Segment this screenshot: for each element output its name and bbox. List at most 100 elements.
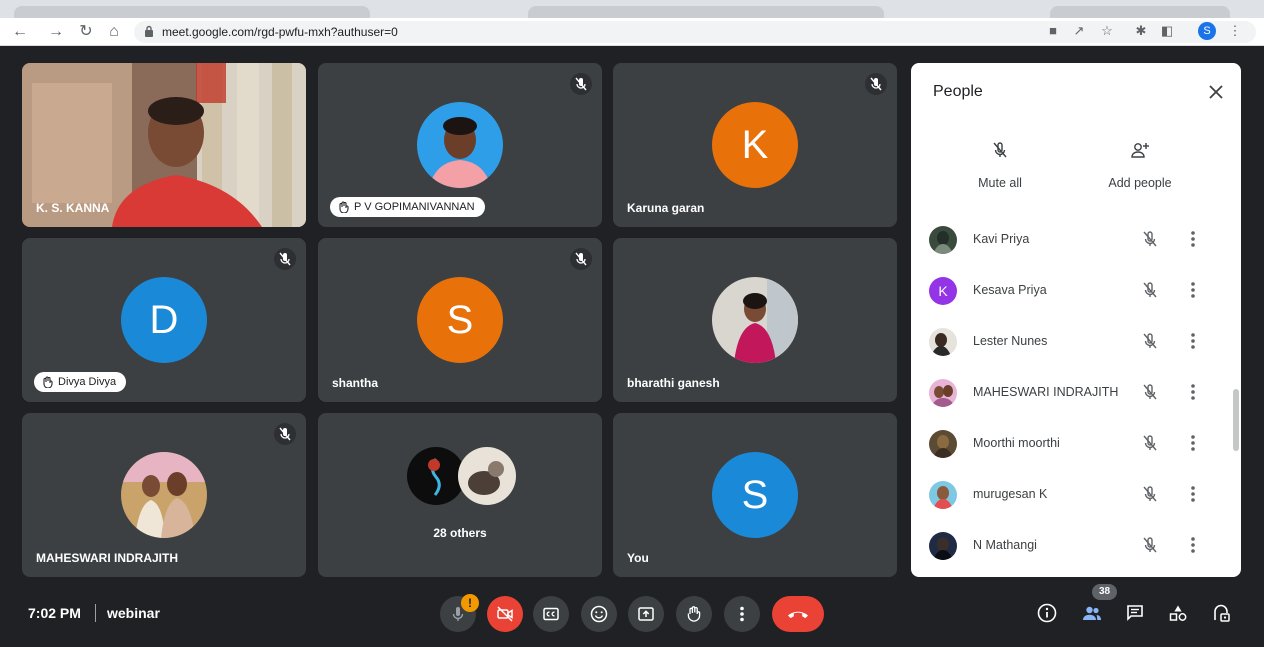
tab-strip [0,0,1264,18]
bookmark-star-icon[interactable]: ☆ [1098,22,1116,40]
mute-all-button[interactable]: Mute all [955,139,1045,190]
participant-name: MAHESWARI INDRAJITH [36,551,179,565]
mic-off-icon[interactable] [1139,483,1161,505]
participant-tile[interactable]: D Divya Divya [22,238,306,402]
browser-toolbar: ← → ↻ ⌂ meet.google.com/rgd-pwfu-mxh?aut… [0,18,1264,46]
mute-all-label: Mute all [978,176,1022,190]
extensions-icon[interactable]: ✱ [1132,22,1150,40]
people-list-item[interactable]: Lester Nunes [911,317,1223,368]
browser-tab[interactable] [14,6,370,18]
share-icon[interactable]: ↗ [1070,22,1088,40]
participant-name: Karuna garan [627,201,705,215]
person-name: Kesava Priya [973,283,1047,297]
participant-tile[interactable]: S shantha [318,238,602,402]
people-list-item[interactable]: murugesan K [911,470,1223,521]
self-tile[interactable]: S You [613,413,897,577]
scrollbar[interactable] [1233,389,1239,451]
leave-call-button[interactable] [772,596,824,632]
chat-icon[interactable] [1124,602,1146,624]
hand-raised-icon [339,201,349,213]
person-avatar [929,532,957,560]
participant-avatar [121,452,207,538]
meeting-controls-bar: 7:02 PM webinar ! 38 [0,580,1264,647]
home-icon[interactable]: ⌂ [104,22,124,42]
host-controls-icon[interactable] [1210,602,1232,624]
meeting-details-icon[interactable] [1036,602,1058,624]
people-list-item[interactable]: Kavi Priya [911,215,1223,266]
more-options-button[interactable] [724,596,760,632]
mic-off-icon[interactable] [1139,330,1161,352]
participant-tile[interactable]: MAHESWARI INDRAJITH [22,413,306,577]
person-avatar [929,328,957,356]
others-count-label: 28 others [433,526,487,540]
participant-avatar [458,447,516,505]
mic-off-icon [570,73,592,95]
activities-icon[interactable] [1167,602,1189,624]
person-name: Moorthi moorthi [973,436,1060,450]
participant-name: bharathi ganesh [627,376,720,390]
mic-off-icon[interactable] [1139,228,1161,250]
forward-icon[interactable]: → [46,22,66,42]
more-options-icon[interactable] [1189,534,1197,556]
person-name: N Mathangi [973,538,1037,552]
more-options-icon[interactable] [1189,432,1197,454]
mic-off-icon [865,73,887,95]
url-text[interactable]: meet.google.com/rgd-pwfu-mxh?authuser=0 [162,25,398,39]
end-call-icon [788,611,808,619]
participant-tile[interactable]: K. S. KANNA [22,63,306,227]
person-avatar [929,481,957,509]
person-avatar [929,226,957,254]
people-list-item[interactable]: K Kesava Priya [911,266,1223,317]
person-avatar [929,379,957,407]
reactions-button[interactable] [581,596,617,632]
browser-menu-icon[interactable]: ⋮ [1226,22,1244,40]
divider [95,604,96,622]
mic-off-icon[interactable] [1139,279,1161,301]
mic-off-icon[interactable] [1139,534,1161,556]
more-options-icon[interactable] [1189,483,1197,505]
meeting-time: 7:02 PM [28,605,81,621]
camera-indicator-icon[interactable]: ■ [1044,22,1062,40]
participant-name: Divya Divya [58,376,117,388]
side-panel-icon[interactable]: ◧ [1158,22,1176,40]
panel-title: People [933,83,983,100]
participant-tile[interactable]: bharathi ganesh [613,238,897,402]
browser-tab[interactable] [1050,6,1230,18]
participant-name: K. S. KANNA [36,201,110,215]
participant-avatar [407,447,465,505]
browser-tab[interactable] [528,6,884,18]
person-name: Lester Nunes [973,334,1048,348]
present-screen-button[interactable] [628,596,664,632]
reload-icon[interactable]: ↻ [76,22,96,42]
captions-button[interactable] [533,596,569,632]
people-icon[interactable] [1081,602,1103,624]
others-tile[interactable]: 28 others [318,413,602,577]
people-list-item[interactable]: Moorthi moorthi [911,419,1223,470]
camera-off-button[interactable] [487,596,523,632]
mic-off-icon[interactable] [1139,381,1161,403]
more-options-icon[interactable] [1189,381,1197,403]
person-name: Kavi Priya [973,232,1030,246]
add-people-button[interactable]: Add people [1095,139,1185,190]
back-icon[interactable]: ← [10,22,30,42]
people-list-item[interactable]: MAHESWARI INDRAJITH [911,368,1223,419]
people-list-item[interactable]: N Mathangi [911,521,1223,572]
participant-tile[interactable]: P V GOPIMANIVANNAN [318,63,602,227]
close-icon[interactable] [1205,81,1227,103]
present-icon [638,607,654,621]
person-avatar: K [929,277,957,305]
more-options-icon[interactable] [1189,279,1197,301]
presenter-chip: P V GOPIMANIVANNAN [330,197,485,217]
lock-icon[interactable] [144,25,154,38]
profile-avatar[interactable]: S [1198,22,1216,40]
warning-badge[interactable]: ! [461,594,479,612]
more-options-icon[interactable] [1189,330,1197,352]
more-options-icon[interactable] [1189,228,1197,250]
mic-off-icon [274,423,296,445]
participant-avatar [417,102,503,188]
mic-off-icon[interactable] [1139,432,1161,454]
mic-off-icon [274,248,296,270]
raise-hand-button[interactable] [676,596,712,632]
participant-avatar: S [712,452,798,538]
participant-tile[interactable]: K Karuna garan [613,63,897,227]
